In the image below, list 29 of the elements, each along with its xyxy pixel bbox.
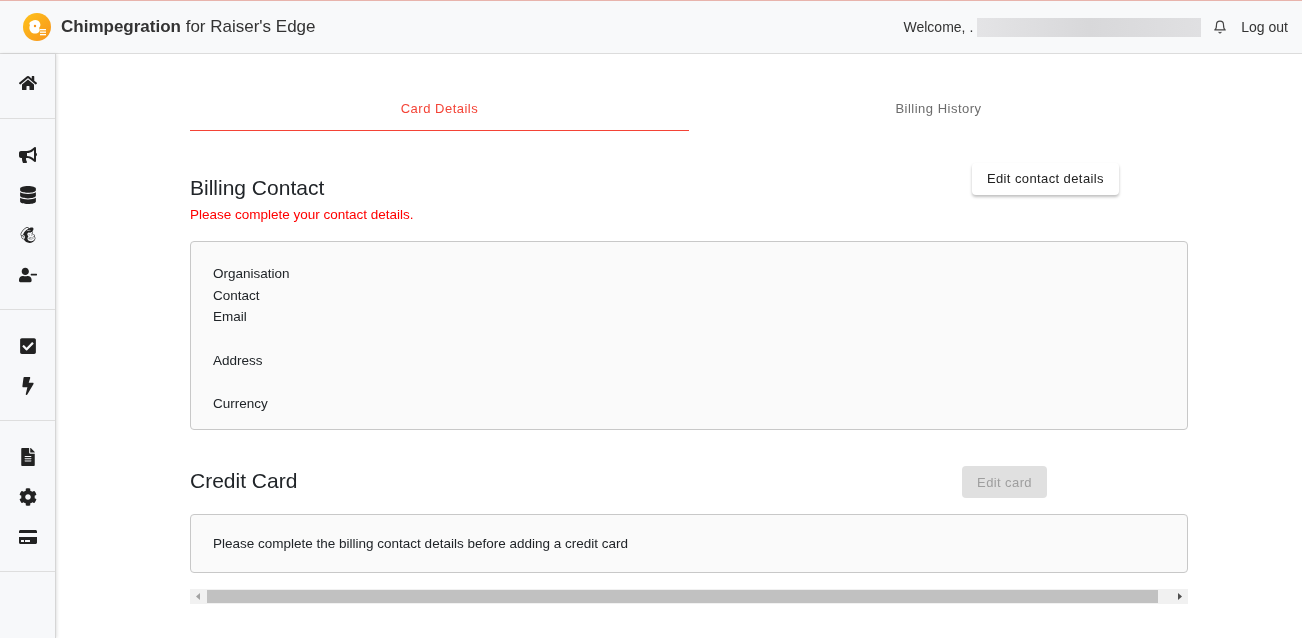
app-title: Chimpegration for Raiser's Edge	[61, 16, 316, 39]
field-label: Contact	[213, 286, 260, 305]
field-label: Organisation	[213, 265, 290, 284]
logout-link[interactable]: Log out	[1241, 16, 1288, 38]
logo-icon	[23, 13, 51, 41]
warning-text: Please complete your contact details.	[190, 206, 414, 224]
section-heading: Credit Card	[190, 468, 298, 495]
tab[interactable]: Billing History	[689, 88, 1188, 131]
home-icon[interactable]	[18, 74, 37, 92]
horizontal-scrollbar[interactable]	[190, 589, 1188, 605]
field-label: Email	[213, 308, 247, 327]
scroll-right-icon[interactable]	[1178, 593, 1182, 601]
scrollbar-thumb[interactable]	[207, 590, 1158, 604]
settings-icon[interactable]	[18, 488, 37, 506]
section-heading: Billing Contact	[190, 175, 325, 201]
tab[interactable]: Card Details	[190, 88, 689, 131]
field-label: Address	[213, 351, 263, 370]
user-minus-icon[interactable]	[18, 266, 37, 284]
welcome-text: Welcome, .	[903, 17, 974, 37]
checkbox-icon[interactable]	[18, 337, 37, 355]
field-label: Currency	[213, 395, 268, 414]
bell-icon[interactable]	[1213, 20, 1228, 34]
edit-contact-details-button[interactable]: Edit contact details	[971, 163, 1119, 195]
info-text: Please complete the billing contact details before adding a credit card	[213, 534, 628, 553]
megaphone-icon[interactable]	[18, 146, 37, 164]
database-icon[interactable]	[18, 186, 37, 204]
credit-card-icon[interactable]	[18, 528, 37, 546]
document-icon[interactable]	[18, 448, 37, 466]
chimp-face-icon[interactable]	[18, 226, 37, 244]
